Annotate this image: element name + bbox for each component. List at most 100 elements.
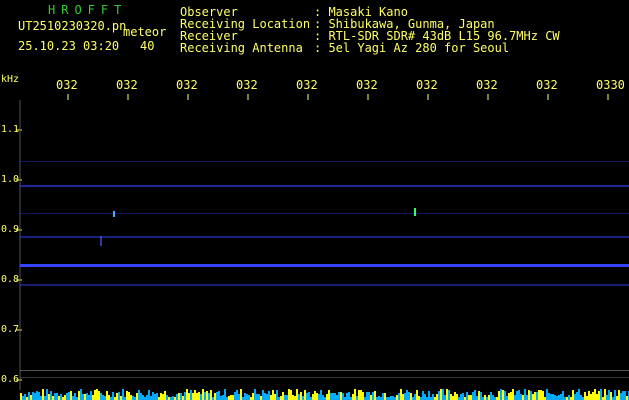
noise-bar-segment <box>32 392 34 400</box>
noise-bar-segment <box>440 389 442 400</box>
noise-bar-segment <box>532 394 534 400</box>
noise-bar-segment <box>150 396 152 400</box>
noise-bar-segment <box>120 396 122 400</box>
noise-bar-segment <box>162 394 164 400</box>
noise-bar-segment <box>428 391 430 400</box>
noise-bar-segment <box>484 395 486 400</box>
noise-bar-segment <box>78 391 80 400</box>
noise-bar-segment <box>610 392 612 400</box>
noise-bar-segment <box>504 391 506 400</box>
noise-bar-segment <box>576 392 578 400</box>
noise-bar-segment <box>466 392 468 400</box>
noise-bar-segment <box>284 395 286 400</box>
noise-bar-segment <box>244 393 246 400</box>
noise-bar-segment <box>178 393 180 400</box>
noise-bar-segment <box>528 390 530 400</box>
noise-bar-segment <box>526 395 528 400</box>
noise-bar-segment <box>474 390 476 400</box>
noise-bar-segment <box>422 391 424 400</box>
noise-bar-segment <box>204 392 206 400</box>
noise-bar-segment <box>340 392 342 400</box>
noise-bar-segment <box>452 396 454 400</box>
noise-bar-segment <box>568 395 570 400</box>
noise-bar-segment <box>472 392 474 400</box>
noise-bar-segment <box>214 393 216 400</box>
noise-bar-segment <box>618 390 620 400</box>
noise-bar-segment <box>448 390 450 400</box>
noise-bar-segment <box>152 392 154 400</box>
noise-bar-segment <box>164 391 166 400</box>
spectrogram-plot <box>16 94 629 400</box>
noise-bar-segment <box>262 390 264 400</box>
noise-bar-segment <box>478 391 480 400</box>
noise-bar-segment <box>122 389 124 400</box>
noise-bar-segment <box>330 393 332 400</box>
noise-bar-segment <box>104 396 106 400</box>
noise-bar-segment <box>30 395 32 400</box>
noise-bar-segment <box>296 389 298 400</box>
noise-bar-segment <box>206 391 208 400</box>
signal-band <box>20 185 629 187</box>
noise-bar-segment <box>444 395 446 400</box>
noise-bar-segment <box>542 391 544 400</box>
noise-bar-segment <box>300 392 302 400</box>
noise-bar-segment <box>308 392 310 400</box>
noise-bar-segment <box>594 389 596 400</box>
noise-bar-segment <box>354 389 356 400</box>
noise-bar-segment <box>156 393 158 400</box>
noise-bar-segment <box>58 396 60 400</box>
noise-bar-segment <box>282 392 284 400</box>
noise-bar-segment <box>456 394 458 400</box>
noise-bar-segment <box>460 394 462 400</box>
noise-bar-segment <box>180 393 182 400</box>
noise-bar-segment <box>554 395 556 400</box>
noise-bar-segment <box>558 395 560 400</box>
noise-bar-segment <box>552 394 554 400</box>
noise-bar-segment <box>266 394 268 400</box>
noise-bar-segment <box>574 394 576 400</box>
noise-bar-segment <box>410 393 412 400</box>
noise-bar-segment <box>604 389 606 400</box>
noise-bar-segment <box>438 391 440 400</box>
noise-bar-segment <box>228 396 230 400</box>
noise-bar-segment <box>22 396 24 400</box>
noise-bar-segment <box>248 395 250 400</box>
noise-bar-segment <box>280 396 282 400</box>
noise-bar-segment <box>36 391 38 400</box>
noise-bar-segment <box>188 393 190 400</box>
noise-bar-segment <box>608 390 610 400</box>
noise-bar-segment <box>96 389 98 400</box>
signal-band <box>20 213 629 214</box>
noise-bar-segment <box>128 392 130 400</box>
noise-bar-segment <box>194 390 196 400</box>
noise-bar-segment <box>578 389 580 400</box>
noise-bar-segment <box>356 396 358 400</box>
noise-bar-segment <box>64 395 66 400</box>
noise-bar-segment <box>20 393 22 400</box>
noise-bar-segment <box>510 392 512 400</box>
noise-bar-segment <box>584 392 586 400</box>
noise-bar-segment <box>572 390 574 400</box>
noise-bar-segment <box>562 391 564 400</box>
noise-bar-segment <box>102 395 104 400</box>
noise-bar-segment <box>254 389 256 400</box>
noise-bar-segment <box>24 394 26 400</box>
noise-bar-segment <box>520 394 522 400</box>
noise-bar-segment <box>436 394 438 400</box>
noise-bar-segment <box>502 390 504 400</box>
noise-bar-segment <box>126 391 128 400</box>
noise-bar-segment <box>396 395 398 400</box>
noise-bar-segment <box>348 392 350 400</box>
signal-bands <box>20 161 629 378</box>
noise-bar-segment <box>46 389 48 400</box>
noise-bar-segment <box>154 394 156 400</box>
noise-bar-segment <box>70 391 72 400</box>
noise-bar-segment <box>368 392 370 400</box>
noise-bar-segment <box>508 393 510 400</box>
noise-bar-segment <box>260 396 262 400</box>
noise-bar-segment <box>142 395 144 400</box>
signal-band <box>20 236 629 238</box>
noise-bar-segment <box>336 395 338 400</box>
noise-bar-segment <box>252 393 254 400</box>
noise-bar-segment <box>108 395 110 400</box>
